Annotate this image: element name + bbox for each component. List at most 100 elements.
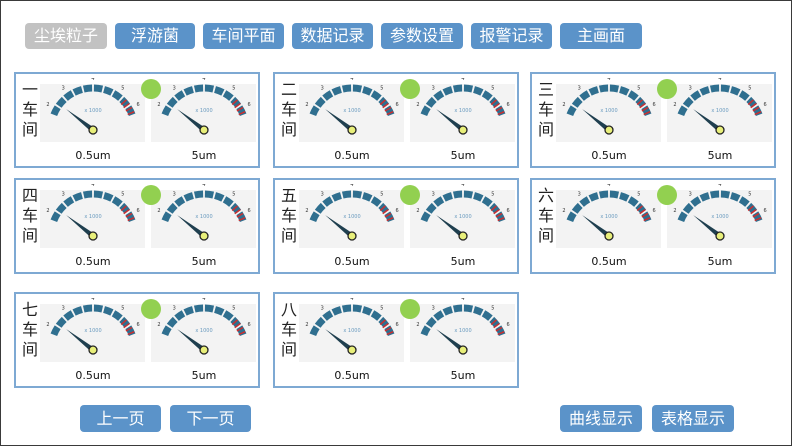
prev-page-button[interactable]: 上一页: [80, 405, 161, 432]
workshop-panel-7[interactable]: 七车间 2 3 4 5 6 x 1000 0.5um 2 3 4 5 6 x 1000 5um: [14, 292, 260, 388]
gauge-arc-segment: [55, 202, 67, 214]
gauge-arc-segment: [183, 192, 194, 202]
gauge-scale-label: 6: [506, 102, 509, 108]
gauge-scale-label: 5: [748, 85, 751, 91]
gauge-hub: [199, 345, 209, 355]
table-display-button[interactable]: 表格显示: [652, 405, 734, 432]
gauge-range-label: 0.5um: [75, 369, 111, 382]
gauge-arc-segment: [566, 105, 577, 117]
gauge-arc-segment: [690, 196, 702, 207]
gauge-dial: 2 3 4 5 6 x 1000: [416, 298, 510, 355]
workshop-title: 八车间: [280, 300, 297, 359]
gauge-scale-label: 2: [46, 102, 49, 108]
gauge-hub: [347, 231, 357, 241]
gauge-scale-label: 2: [157, 322, 160, 328]
gauge-scale-label: 5: [380, 305, 383, 311]
gauge-arc-segment: [677, 211, 688, 223]
nav-workshop-plan[interactable]: 车间平面: [203, 23, 284, 49]
workshop-panel-1[interactable]: 一车间 2 3 4 5 6 x 1000 0.5um 2 3 4 5 6 x 1000 5um: [14, 72, 260, 168]
nav-dust-particles[interactable]: 尘埃粒子: [25, 23, 107, 49]
status-indicator: [657, 185, 677, 205]
workshop-panel-5[interactable]: 五车间 2 3 4 5 6 x 1000 0.5um 2 3 4 5 6 x 1000 5um: [273, 178, 519, 274]
gauge-scale-label: 2: [305, 102, 308, 108]
gauge-multiplier: x 1000: [600, 214, 617, 220]
workshop-panel-2[interactable]: 二车间 2 3 4 5 6 x 1000 0.5um 2 3 4 5 6 x 1000 5um: [273, 72, 519, 168]
gauge-arc-segment: [93, 304, 104, 313]
gauge-arc-segment: [433, 310, 445, 321]
gauge-arc-segment: [55, 316, 67, 328]
workshop-panel-3[interactable]: 三车间 2 3 4 5 6 x 1000 0.5um 2 3 4 5 6 x 1000 5um: [530, 72, 776, 168]
gauge-scale-label: 5: [232, 191, 235, 197]
gauge-hub: [199, 231, 209, 241]
nav-alarm-records[interactable]: 报警记录: [471, 23, 552, 49]
gauge-arc-segment: [161, 325, 172, 337]
nav-main-screen[interactable]: 主画面: [560, 23, 642, 49]
gauge-arc-segment: [738, 90, 750, 101]
gauge-arc-segment: [473, 192, 484, 202]
gauge-arc-segment: [166, 316, 178, 328]
gauge-range-label: 5um: [191, 149, 217, 162]
gauge-arc-segment: [331, 86, 342, 96]
workshop-title: 六车间: [537, 186, 554, 245]
gauge-arc-segment: [111, 310, 123, 321]
gauge-scale-label: 6: [247, 208, 250, 214]
gauge-arc-segment: [699, 192, 710, 202]
gauge-arc-segment: [72, 86, 83, 96]
gauge-arc-segment: [370, 196, 382, 207]
gauge-arc-segment: [619, 192, 630, 202]
gauge-dial: 2 3 4 5 6 x 1000: [562, 184, 656, 241]
workshop-panel-8[interactable]: 八车间 2 3 4 5 6 x 1000 0.5um 2 3 4 5 6 x 1000 5um: [273, 292, 519, 388]
gauge-dial: 2 3 4 5 6 x 1000: [673, 78, 767, 135]
gauge-dial: 2 3 4 5 6 x 1000: [305, 184, 399, 241]
gauge-arc-segment: [111, 90, 123, 101]
gauge-scale-label: 6: [652, 208, 655, 214]
gauge-arc-segment: [352, 304, 363, 313]
gauge-scale-label: 4: [461, 298, 464, 302]
gauge-dial: 2 3 4 5 6 x 1000: [562, 78, 656, 135]
gauge-scale-label: 4: [350, 298, 353, 302]
gauge-multiplier: x 1000: [343, 214, 360, 220]
gauge-scale-label: 3: [321, 305, 324, 311]
workshop-panel-6[interactable]: 六车间 2 3 4 5 6 x 1000 0.5um 2 3 4 5 6 x 1000 5um: [530, 178, 776, 274]
gauge-dial: 2 3 4 5 6 x 1000: [416, 78, 510, 135]
nav-airborne-bacteria[interactable]: 浮游菌: [115, 23, 195, 49]
gauge-arc-segment: [627, 196, 639, 207]
gauge-arc-segment: [322, 196, 334, 207]
workshop-panel-4[interactable]: 四车间 2 3 4 5 6 x 1000 0.5um 2 3 4 5 6 x 1000 5um: [14, 178, 260, 274]
gauge-arc-segment: [481, 196, 493, 207]
gauge-arc-segment: [193, 84, 204, 93]
gauge-arc-segment: [463, 190, 474, 199]
gauge-scale-label: 3: [578, 191, 581, 197]
gauge-range-label: 0.5um: [75, 149, 111, 162]
gauge-arc-segment: [72, 306, 83, 316]
gauge-scale-label: 6: [395, 208, 398, 214]
gauge-scale-label: 3: [173, 191, 176, 197]
next-page-button[interactable]: 下一页: [170, 405, 251, 432]
gauge-arc-segment: [425, 316, 437, 328]
gauge-scale-label: 3: [321, 85, 324, 91]
gauge-multiplier: x 1000: [343, 328, 360, 334]
gauge-arc-segment: [314, 96, 326, 108]
gauge-arc-segment: [166, 96, 178, 108]
nav-parameter-settings[interactable]: 参数设置: [381, 23, 463, 49]
gauge-arc-segment: [433, 196, 445, 207]
gauge-multiplier: x 1000: [600, 108, 617, 114]
gauge-arc-segment: [463, 304, 474, 313]
gauge-scale-label: 4: [718, 78, 721, 82]
gauge-multiplier: x 1000: [195, 328, 212, 334]
gauge-arc-segment: [214, 86, 225, 96]
nav-data-records[interactable]: 数据记录: [292, 23, 373, 49]
gauge-arc-segment: [738, 196, 750, 207]
gauge-scale-label: 4: [91, 78, 94, 82]
gauge-scale-label: 5: [121, 305, 124, 311]
gauge-scale-label: 5: [491, 191, 494, 197]
workshop-title: 四车间: [21, 186, 38, 245]
gauge-scale-label: 2: [416, 322, 419, 328]
gauge-range-label: 0.5um: [334, 369, 370, 382]
gauge-scale-label: 6: [395, 102, 398, 108]
gauge-hub: [88, 125, 98, 135]
gauge-arc-segment: [362, 306, 373, 316]
curve-display-button[interactable]: 曲线显示: [560, 405, 642, 432]
gauge-multiplier: x 1000: [711, 214, 728, 220]
gauge-arc-segment: [72, 192, 83, 202]
